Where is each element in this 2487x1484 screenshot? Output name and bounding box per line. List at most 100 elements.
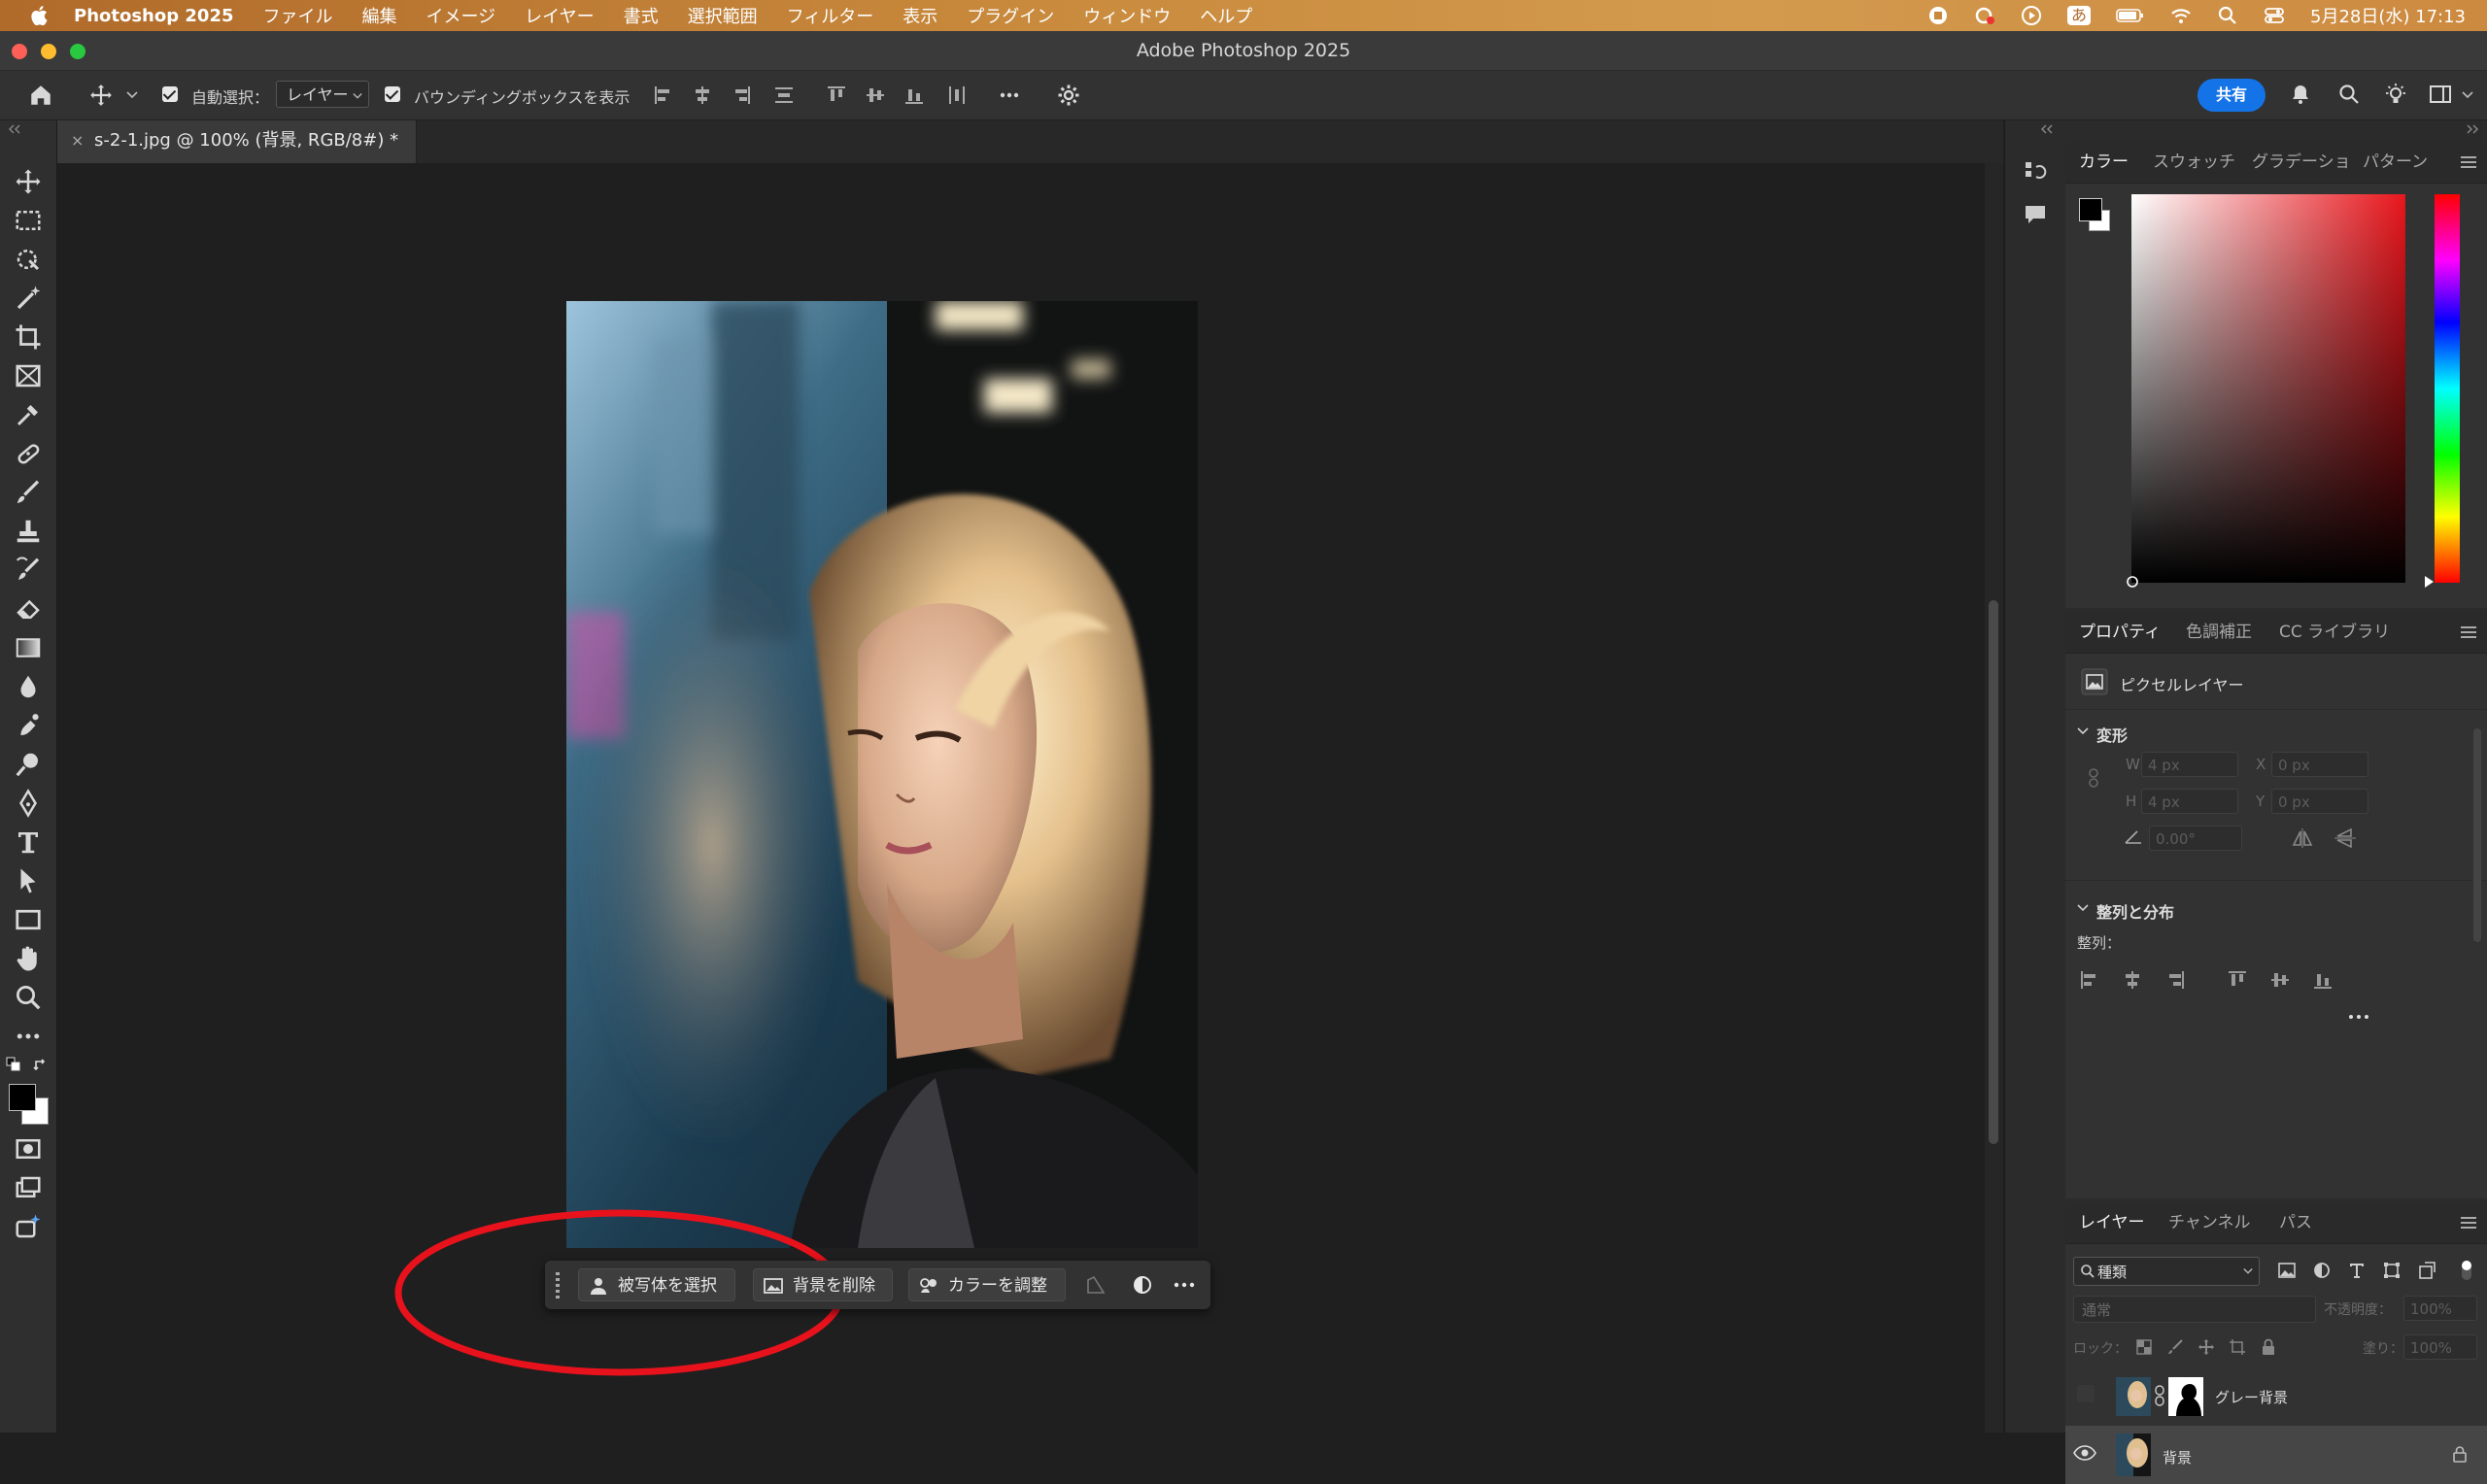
- menu-image[interactable]: イメージ: [426, 3, 496, 28]
- bell-icon[interactable]: [2289, 83, 2312, 106]
- layer-mask-thumbnail[interactable]: [2168, 1377, 2203, 1416]
- tab-swatches[interactable]: スウォッチ: [2153, 142, 2235, 183]
- hue-slider[interactable]: [2435, 194, 2460, 583]
- quick-mask-icon[interactable]: [14, 1134, 43, 1164]
- battery-icon[interactable]: [2116, 5, 2145, 26]
- filter-toggle[interactable]: [2462, 1261, 2471, 1280]
- blur-tool-icon[interactable]: [14, 672, 43, 701]
- eye-icon[interactable]: [2073, 1445, 2096, 1461]
- swap-colors-icon[interactable]: [33, 1057, 49, 1072]
- zoom-tool-icon[interactable]: [14, 983, 43, 1012]
- lock-position-icon[interactable]: [2197, 1338, 2215, 1356]
- tab-properties[interactable]: プロパティ: [2079, 612, 2161, 653]
- filter-adjustment-layers-icon[interactable]: [2312, 1261, 2332, 1280]
- control-center-icon[interactable]: [2264, 5, 2285, 26]
- filter-shape-layers-icon[interactable]: [2382, 1261, 2402, 1280]
- auto-select-checkbox[interactable]: [162, 86, 178, 102]
- healing-brush-tool-icon[interactable]: [14, 439, 43, 468]
- search-icon[interactable]: [2337, 83, 2361, 106]
- generative-fill-icon[interactable]: [14, 1212, 43, 1241]
- drag-handle-icon[interactable]: [553, 1270, 562, 1299]
- filter-pixel-layers-icon[interactable]: [2277, 1261, 2297, 1280]
- crop-tool-icon[interactable]: [14, 322, 43, 352]
- angle-field[interactable]: 0.00°: [2149, 826, 2242, 851]
- menu-edit[interactable]: 編集: [362, 3, 397, 28]
- history-panel-icon[interactable]: [2023, 159, 2048, 185]
- more-options-icon[interactable]: [1173, 1274, 1196, 1296]
- align-horizontal-centers-icon[interactable]: [692, 84, 713, 106]
- expand-panels-icon[interactable]: [2466, 124, 2479, 134]
- panel-menu-icon[interactable]: [2460, 155, 2477, 169]
- menu-select[interactable]: 選択範囲: [688, 3, 758, 28]
- layer-row-gray-background[interactable]: グレー背景: [2065, 1367, 2487, 1426]
- distribute-horizontal-icon[interactable]: [946, 84, 968, 106]
- align-vertical-centers-icon[interactable]: [865, 84, 886, 106]
- x-field[interactable]: 0 px: [2271, 752, 2368, 777]
- align-bottom-edges-icon[interactable]: [903, 84, 925, 106]
- height-field[interactable]: 4 px: [2141, 789, 2238, 814]
- layer-name[interactable]: 背景: [2163, 1447, 2192, 1467]
- workspace-layout-icon[interactable]: [2429, 84, 2452, 105]
- tab-patterns[interactable]: パターン: [2363, 142, 2428, 183]
- align-left-edges-icon[interactable]: [653, 84, 674, 106]
- app-menu[interactable]: Photoshop 2025: [74, 6, 234, 26]
- remove-background-button[interactable]: 背景を削除: [753, 1268, 893, 1301]
- panel-menu-icon[interactable]: [2460, 1216, 2477, 1230]
- transform-icon[interactable]: [1085, 1274, 1107, 1296]
- collapse-panel-icon[interactable]: [8, 124, 21, 134]
- tab-cc-libraries[interactable]: CC ライブラリ: [2279, 612, 2390, 653]
- gradient-tool-icon[interactable]: [14, 633, 43, 662]
- clone-stamp-tool-icon[interactable]: [14, 517, 43, 546]
- pen-tool-icon[interactable]: [14, 789, 43, 818]
- link-proportions-icon[interactable]: [2087, 767, 2100, 789]
- mask-link-icon[interactable]: [2155, 1385, 2164, 1406]
- canvas-vertical-scrollbar[interactable]: [1985, 163, 2003, 1433]
- layer-filter-dropdown[interactable]: 種類: [2073, 1257, 2260, 1286]
- screen-mode-icon[interactable]: [14, 1173, 43, 1202]
- menu-type[interactable]: 書式: [624, 3, 659, 28]
- minimize-window-button[interactable]: [41, 44, 56, 59]
- lock-image-pixels-icon[interactable]: [2166, 1338, 2184, 1356]
- lightbulb-icon[interactable]: [2384, 83, 2407, 106]
- rectangle-tool-icon[interactable]: [14, 905, 43, 934]
- menu-layer[interactable]: レイヤー: [525, 3, 594, 28]
- layer-name[interactable]: グレー背景: [2215, 1387, 2288, 1407]
- share-button[interactable]: 共有: [2197, 79, 2266, 112]
- dodge-tool-icon[interactable]: [14, 750, 43, 779]
- chevron-down-icon[interactable]: [2462, 90, 2473, 100]
- home-icon[interactable]: [28, 83, 53, 108]
- close-tab-icon[interactable]: ×: [71, 120, 84, 161]
- tab-channels[interactable]: チャンネル: [2168, 1202, 2251, 1243]
- align-vertical-centers-icon[interactable]: [2269, 969, 2291, 991]
- brush-tool-icon[interactable]: [14, 478, 43, 507]
- distribute-vertical-icon[interactable]: [773, 84, 795, 106]
- clock[interactable]: 5月28日(水) 17:13: [2310, 3, 2466, 28]
- filter-smart-objects-icon[interactable]: [2417, 1261, 2436, 1280]
- align-right-edges-icon[interactable]: [2164, 969, 2186, 991]
- width-field[interactable]: 4 px: [2141, 752, 2238, 777]
- history-brush-tool-icon[interactable]: [14, 556, 43, 585]
- move-tool-icon[interactable]: [14, 167, 43, 196]
- align-distribute-section-title[interactable]: 整列と分布: [2096, 899, 2174, 923]
- hand-tool-icon[interactable]: [14, 944, 43, 973]
- menu-plugins[interactable]: プラグイン: [967, 3, 1054, 28]
- close-window-button[interactable]: [12, 44, 27, 59]
- wifi-icon[interactable]: [2170, 5, 2192, 26]
- align-top-edges-icon[interactable]: [2227, 969, 2248, 991]
- filter-type-layers-icon[interactable]: [2347, 1261, 2367, 1280]
- menu-window[interactable]: ウィンドウ: [1083, 3, 1171, 28]
- spotlight-search-icon[interactable]: [2217, 5, 2238, 26]
- document-image[interactable]: [566, 301, 1198, 1248]
- panel-menu-icon[interactable]: [2460, 625, 2477, 639]
- visibility-toggle-empty[interactable]: [2077, 1385, 2095, 1402]
- collapse-panel-icon[interactable]: [2040, 124, 2054, 134]
- saturation-brightness-field[interactable]: [2131, 194, 2405, 583]
- edit-toolbar-icon[interactable]: [14, 1022, 43, 1051]
- more-options-icon[interactable]: [999, 84, 1020, 106]
- select-subject-button[interactable]: 被写体を選択: [578, 1268, 735, 1301]
- flip-vertical-icon[interactable]: [2334, 827, 2357, 849]
- scrollbar-thumb[interactable]: [1989, 600, 1998, 1144]
- fill-field[interactable]: 100%: [2403, 1334, 2477, 1360]
- chevron-down-icon[interactable]: [2077, 726, 2089, 736]
- menu-view[interactable]: 表示: [903, 3, 937, 28]
